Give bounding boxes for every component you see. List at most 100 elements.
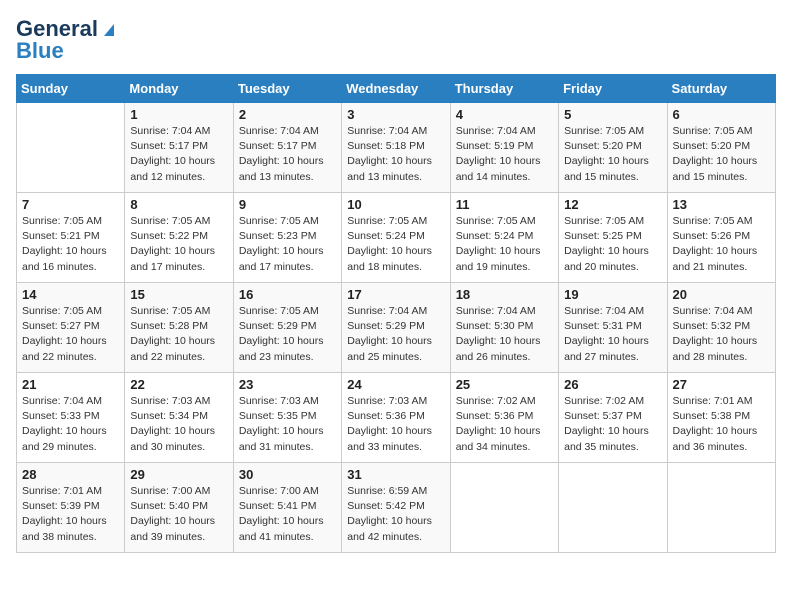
- calendar-cell: 5 Sunrise: 7:05 AMSunset: 5:20 PMDaylight…: [559, 103, 667, 193]
- day-number: 7: [22, 197, 119, 212]
- day-info: Sunrise: 7:05 AMSunset: 5:20 PMDaylight:…: [673, 124, 770, 185]
- day-info: Sunrise: 7:05 AMSunset: 5:25 PMDaylight:…: [564, 214, 661, 275]
- day-info: Sunrise: 7:01 AMSunset: 5:38 PMDaylight:…: [673, 394, 770, 455]
- day-number: 17: [347, 287, 444, 302]
- day-info: Sunrise: 7:04 AMSunset: 5:29 PMDaylight:…: [347, 304, 444, 365]
- day-info: Sunrise: 7:05 AMSunset: 5:24 PMDaylight:…: [456, 214, 553, 275]
- day-info: Sunrise: 7:05 AMSunset: 5:20 PMDaylight:…: [564, 124, 661, 185]
- day-info: Sunrise: 7:04 AMSunset: 5:32 PMDaylight:…: [673, 304, 770, 365]
- calendar-cell: 29 Sunrise: 7:00 AMSunset: 5:40 PMDayligh…: [125, 463, 233, 553]
- calendar-table: SundayMondayTuesdayWednesdayThursdayFrid…: [16, 74, 776, 553]
- logo-icon: [100, 20, 118, 38]
- weekday-header: Wednesday: [342, 75, 450, 103]
- page-header: General Blue: [16, 16, 776, 64]
- day-number: 30: [239, 467, 336, 482]
- day-number: 2: [239, 107, 336, 122]
- day-number: 19: [564, 287, 661, 302]
- day-info: Sunrise: 7:04 AMSunset: 5:31 PMDaylight:…: [564, 304, 661, 365]
- day-info: Sunrise: 7:02 AMSunset: 5:37 PMDaylight:…: [564, 394, 661, 455]
- day-number: 14: [22, 287, 119, 302]
- day-info: Sunrise: 7:04 AMSunset: 5:18 PMDaylight:…: [347, 124, 444, 185]
- weekday-header: Sunday: [17, 75, 125, 103]
- day-number: 23: [239, 377, 336, 392]
- calendar-cell: 9 Sunrise: 7:05 AMSunset: 5:23 PMDaylight…: [233, 193, 341, 283]
- day-info: Sunrise: 7:00 AMSunset: 5:40 PMDaylight:…: [130, 484, 227, 545]
- calendar-cell: 15Sunrise: 7:05 AMSunset: 5:28 PMDayligh…: [125, 283, 233, 373]
- day-number: 31: [347, 467, 444, 482]
- weekday-header: Monday: [125, 75, 233, 103]
- calendar-cell: 6 Sunrise: 7:05 AMSunset: 5:20 PMDaylight…: [667, 103, 775, 193]
- day-number: 18: [456, 287, 553, 302]
- weekday-header: Tuesday: [233, 75, 341, 103]
- calendar-cell: 25 Sunrise: 7:02 AMSunset: 5:36 PMDayligh…: [450, 373, 558, 463]
- calendar-cell: 18 Sunrise: 7:04 AMSunset: 5:30 PMDayligh…: [450, 283, 558, 373]
- day-number: 6: [673, 107, 770, 122]
- calendar-cell: [17, 103, 125, 193]
- calendar-cell: 23 Sunrise: 7:03 AMSunset: 5:35 PMDayligh…: [233, 373, 341, 463]
- calendar-cell: 4 Sunrise: 7:04 AMSunset: 5:19 PMDaylight…: [450, 103, 558, 193]
- calendar-cell: 30Sunrise: 7:00 AMSunset: 5:41 PMDayligh…: [233, 463, 341, 553]
- day-info: Sunrise: 7:05 AMSunset: 5:21 PMDaylight:…: [22, 214, 119, 275]
- day-info: Sunrise: 7:03 AMSunset: 5:34 PMDaylight:…: [130, 394, 227, 455]
- calendar-cell: [667, 463, 775, 553]
- day-info: Sunrise: 7:05 AMSunset: 5:22 PMDaylight:…: [130, 214, 227, 275]
- day-number: 29: [130, 467, 227, 482]
- day-number: 25: [456, 377, 553, 392]
- day-info: Sunrise: 7:04 AMSunset: 5:33 PMDaylight:…: [22, 394, 119, 455]
- calendar-cell: 31 Sunrise: 6:59 AMSunset: 5:42 PMDayligh…: [342, 463, 450, 553]
- logo: General Blue: [16, 16, 118, 64]
- day-info: Sunrise: 7:05 AMSunset: 5:24 PMDaylight:…: [347, 214, 444, 275]
- weekday-header: Saturday: [667, 75, 775, 103]
- calendar-cell: 28 Sunrise: 7:01 AMSunset: 5:39 PMDayligh…: [17, 463, 125, 553]
- calendar-cell: 11 Sunrise: 7:05 AMSunset: 5:24 PMDayligh…: [450, 193, 558, 283]
- calendar-cell: 26 Sunrise: 7:02 AMSunset: 5:37 PMDayligh…: [559, 373, 667, 463]
- day-number: 24: [347, 377, 444, 392]
- day-info: Sunrise: 7:03 AMSunset: 5:36 PMDaylight:…: [347, 394, 444, 455]
- calendar-cell: [450, 463, 558, 553]
- day-number: 8: [130, 197, 227, 212]
- day-number: 26: [564, 377, 661, 392]
- day-number: 20: [673, 287, 770, 302]
- day-info: Sunrise: 7:04 AMSunset: 5:30 PMDaylight:…: [456, 304, 553, 365]
- day-info: Sunrise: 6:59 AMSunset: 5:42 PMDaylight:…: [347, 484, 444, 545]
- day-number: 15: [130, 287, 227, 302]
- day-info: Sunrise: 7:01 AMSunset: 5:39 PMDaylight:…: [22, 484, 119, 545]
- day-number: 28: [22, 467, 119, 482]
- calendar-cell: 17 Sunrise: 7:04 AMSunset: 5:29 PMDayligh…: [342, 283, 450, 373]
- calendar-cell: 12 Sunrise: 7:05 AMSunset: 5:25 PMDayligh…: [559, 193, 667, 283]
- logo-text-blue: Blue: [16, 38, 64, 64]
- calendar-cell: [559, 463, 667, 553]
- day-number: 5: [564, 107, 661, 122]
- day-info: Sunrise: 7:05 AMSunset: 5:27 PMDaylight:…: [22, 304, 119, 365]
- day-info: Sunrise: 7:05 AMSunset: 5:23 PMDaylight:…: [239, 214, 336, 275]
- weekday-header: Thursday: [450, 75, 558, 103]
- calendar-cell: 8 Sunrise: 7:05 AMSunset: 5:22 PMDaylight…: [125, 193, 233, 283]
- day-info: Sunrise: 7:02 AMSunset: 5:36 PMDaylight:…: [456, 394, 553, 455]
- calendar-cell: 3 Sunrise: 7:04 AMSunset: 5:18 PMDaylight…: [342, 103, 450, 193]
- day-info: Sunrise: 7:05 AMSunset: 5:29 PMDaylight:…: [239, 304, 336, 365]
- day-number: 13: [673, 197, 770, 212]
- calendar-cell: 10 Sunrise: 7:05 AMSunset: 5:24 PMDayligh…: [342, 193, 450, 283]
- day-number: 16: [239, 287, 336, 302]
- day-info: Sunrise: 7:05 AMSunset: 5:26 PMDaylight:…: [673, 214, 770, 275]
- day-info: Sunrise: 7:04 AMSunset: 5:17 PMDaylight:…: [130, 124, 227, 185]
- day-info: Sunrise: 7:03 AMSunset: 5:35 PMDaylight:…: [239, 394, 336, 455]
- calendar-cell: 16 Sunrise: 7:05 AMSunset: 5:29 PMDayligh…: [233, 283, 341, 373]
- calendar-cell: 20 Sunrise: 7:04 AMSunset: 5:32 PMDayligh…: [667, 283, 775, 373]
- day-number: 27: [673, 377, 770, 392]
- calendar-cell: 24 Sunrise: 7:03 AMSunset: 5:36 PMDayligh…: [342, 373, 450, 463]
- calendar-cell: 22Sunrise: 7:03 AMSunset: 5:34 PMDayligh…: [125, 373, 233, 463]
- day-number: 21: [22, 377, 119, 392]
- day-number: 4: [456, 107, 553, 122]
- calendar-cell: 27 Sunrise: 7:01 AMSunset: 5:38 PMDayligh…: [667, 373, 775, 463]
- day-info: Sunrise: 7:04 AMSunset: 5:19 PMDaylight:…: [456, 124, 553, 185]
- day-number: 3: [347, 107, 444, 122]
- calendar-cell: 21 Sunrise: 7:04 AMSunset: 5:33 PMDayligh…: [17, 373, 125, 463]
- day-number: 9: [239, 197, 336, 212]
- day-number: 12: [564, 197, 661, 212]
- weekday-header: Friday: [559, 75, 667, 103]
- day-number: 11: [456, 197, 553, 212]
- day-number: 10: [347, 197, 444, 212]
- calendar-cell: 2Sunrise: 7:04 AMSunset: 5:17 PMDaylight…: [233, 103, 341, 193]
- calendar-cell: 7 Sunrise: 7:05 AMSunset: 5:21 PMDaylight…: [17, 193, 125, 283]
